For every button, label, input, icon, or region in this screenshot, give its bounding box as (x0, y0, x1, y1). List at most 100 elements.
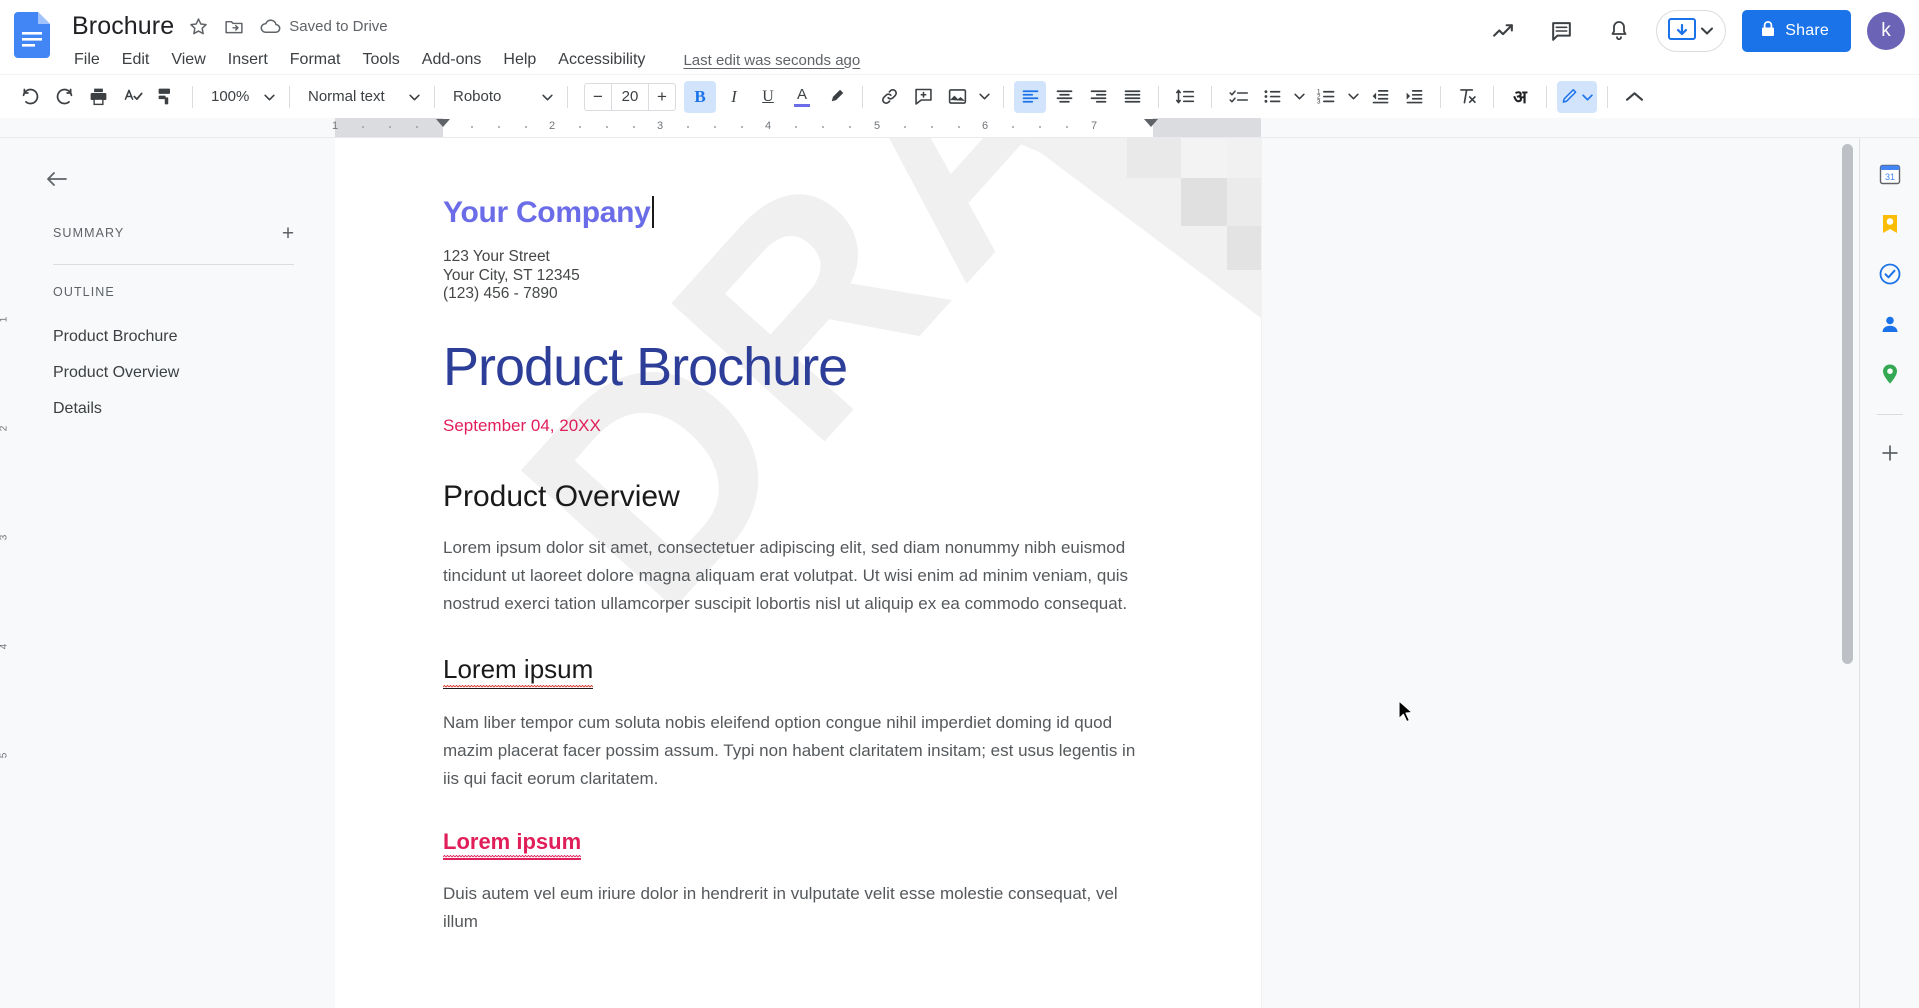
google-tasks-icon[interactable] (1870, 254, 1910, 294)
insert-image-icon[interactable] (941, 81, 973, 113)
paint-format-icon[interactable] (150, 81, 182, 113)
header-actions: Share k (1482, 6, 1905, 56)
font-size-increase-button[interactable]: + (649, 84, 675, 110)
document-content[interactable]: Your Company 123 Your Street Your City, … (335, 138, 1261, 936)
clear-formatting-icon[interactable] (1451, 81, 1483, 113)
menu-item-file[interactable]: File (74, 50, 100, 70)
star-icon[interactable] (188, 16, 209, 37)
outline-item-product-overview[interactable]: Product Overview (12, 355, 335, 391)
share-button[interactable]: Share (1742, 10, 1851, 52)
menu-item-insert[interactable]: Insert (228, 50, 268, 70)
present-button[interactable] (1656, 10, 1726, 52)
google-keep-icon[interactable] (1870, 204, 1910, 244)
move-to-folder-icon[interactable] (223, 16, 245, 37)
toolbar-divider (192, 86, 193, 108)
menu-item-accessibility[interactable]: Accessibility (558, 50, 645, 70)
underline-button[interactable]: U (752, 81, 784, 113)
toolbar-divider (1607, 86, 1608, 108)
menu-item-format[interactable]: Format (290, 50, 341, 70)
company-address[interactable]: 123 Your Street Your City, ST 12345 (123… (443, 248, 1151, 304)
save-status[interactable]: Saved to Drive (259, 17, 387, 36)
formatting-toolbar: 100% Normal text Roboto − 20 + B I U A (0, 74, 1919, 118)
bulleted-list-chevron-down-icon[interactable] (1290, 82, 1308, 112)
horizontal-ruler[interactable]: 1 2 3 4 5 6 7 (0, 118, 1919, 138)
activity-dashboard-icon[interactable] (1482, 10, 1524, 52)
heading-lorem-ipsum-2[interactable]: Lorem ipsum (443, 829, 581, 860)
paragraph-lorem-ipsum-1[interactable]: Nam liber tempor cum soluta nobis eleife… (443, 709, 1151, 793)
font-size-decrease-button[interactable]: − (585, 84, 611, 110)
bold-button[interactable]: B (684, 81, 716, 113)
text-color-swatch (794, 104, 810, 107)
font-family-select[interactable]: Roboto (445, 82, 557, 112)
ruler-right-indent-marker[interactable] (1144, 119, 1158, 127)
heading-product-overview[interactable]: Product Overview (443, 480, 1151, 514)
outline-item-details[interactable]: Details (12, 391, 335, 427)
print-icon[interactable] (82, 81, 114, 113)
document-date[interactable]: September 04, 20XX (443, 416, 1151, 436)
paragraph-product-overview[interactable]: Lorem ipsum dolor sit amet, consectetuer… (443, 534, 1151, 618)
ruler-number: 3 (657, 120, 663, 132)
input-tools-icon[interactable]: अ (1504, 81, 1536, 113)
align-right-icon[interactable] (1082, 81, 1114, 113)
google-contacts-icon[interactable] (1870, 304, 1910, 344)
insert-link-icon[interactable] (873, 81, 905, 113)
highlight-icon[interactable] (820, 81, 852, 113)
zoom-select[interactable]: 100% (203, 82, 279, 112)
chevron-down-icon (264, 88, 275, 105)
menu-item-view[interactable]: View (171, 50, 205, 70)
google-docs-icon[interactable] (14, 8, 58, 64)
scrollbar-thumb[interactable] (1842, 144, 1853, 664)
editing-mode-button[interactable] (1557, 81, 1597, 113)
numbered-list-icon[interactable]: 123 (1310, 81, 1342, 113)
image-options-chevron-down-icon[interactable] (975, 82, 993, 112)
bulleted-list-icon[interactable] (1256, 81, 1288, 113)
google-maps-icon[interactable] (1870, 354, 1910, 394)
ruler-left-indent-marker[interactable] (436, 119, 450, 127)
document-page[interactable]: DRAFT Your Company 123 Your Street Your … (335, 138, 1261, 1008)
ruler-number: 5 (874, 120, 880, 132)
menu-item-tools[interactable]: Tools (362, 50, 399, 70)
font-family-value: Roboto (453, 88, 501, 105)
vertical-ruler: 1 2 3 4 5 (0, 138, 12, 1008)
undo-icon[interactable] (14, 81, 46, 113)
align-center-icon[interactable] (1048, 81, 1080, 113)
menu-item-edit[interactable]: Edit (122, 50, 150, 70)
redo-icon[interactable] (48, 81, 80, 113)
lock-icon (1760, 20, 1776, 43)
ruler-number: 4 (0, 644, 9, 650)
comment-history-icon[interactable] (1540, 10, 1582, 52)
google-calendar-icon[interactable]: 31 (1870, 154, 1910, 194)
align-justify-icon[interactable] (1116, 81, 1148, 113)
spellcheck-icon[interactable] (116, 81, 148, 113)
plus-icon[interactable]: + (275, 220, 301, 246)
paragraph-style-select[interactable]: Normal text (300, 82, 424, 112)
collapse-toolbar-icon[interactable] (1618, 81, 1650, 113)
increase-indent-icon[interactable] (1398, 81, 1430, 113)
text-color-button[interactable]: A (786, 81, 818, 113)
notifications-icon[interactable] (1598, 10, 1640, 52)
menu-item-help[interactable]: Help (503, 50, 536, 70)
font-size-input[interactable]: 20 (611, 84, 649, 110)
add-comment-icon[interactable] (907, 81, 939, 113)
outline-list: Product Brochure Product Overview Detail… (12, 319, 335, 427)
document-heading-title[interactable]: Product Brochure (443, 336, 1151, 398)
align-left-icon[interactable] (1014, 81, 1046, 113)
last-edit-link[interactable]: Last edit was seconds ago (683, 52, 860, 69)
plus-icon[interactable] (1870, 433, 1910, 473)
numbered-list-chevron-down-icon[interactable] (1344, 82, 1362, 112)
arrow-back-icon[interactable] (38, 160, 76, 198)
page-title[interactable]: Brochure (72, 11, 174, 41)
vertical-scrollbar[interactable] (1842, 144, 1853, 1008)
ruler-right-margin[interactable] (1153, 118, 1261, 137)
checklist-icon[interactable] (1222, 81, 1254, 113)
document-scroll-area[interactable]: DRAFT Your Company 123 Your Street Your … (335, 138, 1859, 1008)
avatar[interactable]: k (1867, 12, 1905, 50)
menu-item-add-ons[interactable]: Add-ons (422, 50, 482, 70)
paragraph-lorem-ipsum-2[interactable]: Duis autem vel eum iriure dolor in hendr… (443, 880, 1151, 936)
outline-item-product-brochure[interactable]: Product Brochure (12, 319, 335, 355)
company-name[interactable]: Your Company (443, 196, 651, 230)
italic-button[interactable]: I (718, 81, 750, 113)
heading-lorem-ipsum-1[interactable]: Lorem ipsum (443, 654, 593, 689)
decrease-indent-icon[interactable] (1364, 81, 1396, 113)
line-spacing-icon[interactable] (1169, 81, 1201, 113)
